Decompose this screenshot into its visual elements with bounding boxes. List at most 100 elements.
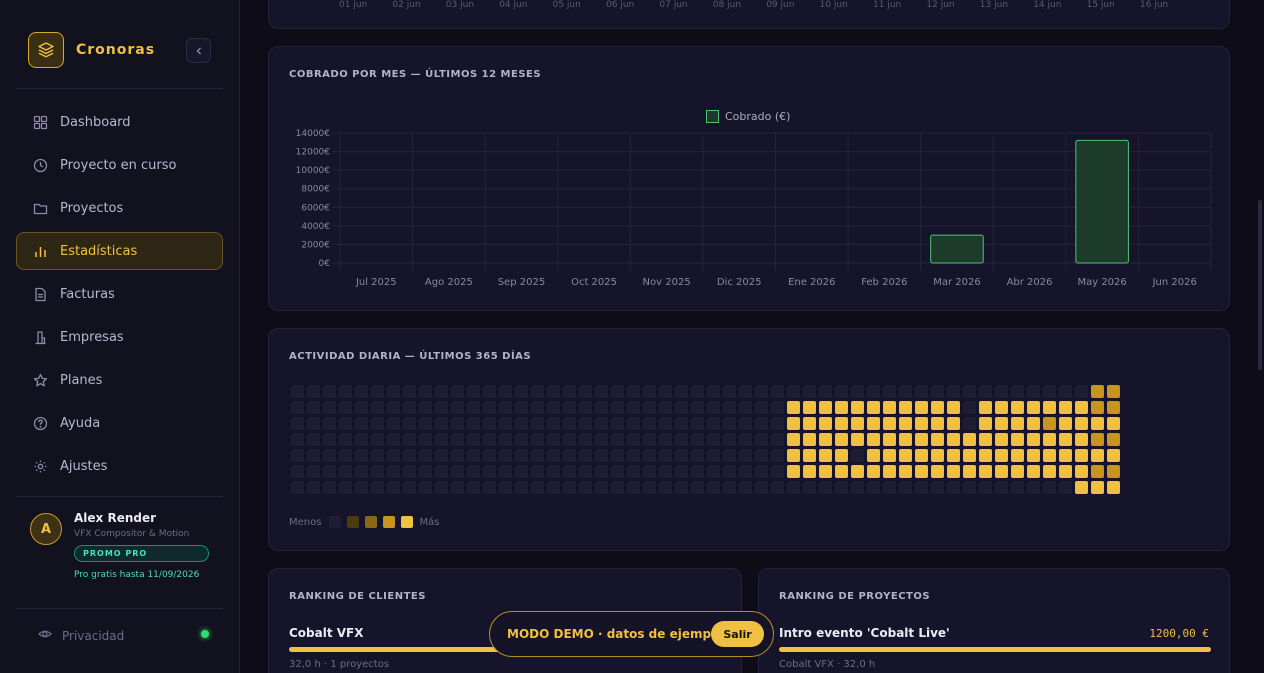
heatmap-cell[interactable] [291, 401, 304, 414]
heatmap-cell[interactable] [803, 417, 816, 430]
heatmap-cell[interactable] [1011, 449, 1024, 462]
heatmap-cell[interactable] [707, 433, 720, 446]
heatmap-cell[interactable] [339, 465, 352, 478]
heatmap-cell[interactable] [627, 385, 640, 398]
heatmap-cell[interactable] [307, 465, 320, 478]
heatmap-cell[interactable] [627, 465, 640, 478]
heatmap-cell[interactable] [355, 417, 368, 430]
heatmap-cell[interactable] [371, 449, 384, 462]
heatmap-cell[interactable] [659, 465, 672, 478]
heatmap-cell[interactable] [851, 401, 864, 414]
heatmap-cell[interactable] [659, 401, 672, 414]
heatmap-cell[interactable] [515, 481, 528, 494]
heatmap-cell[interactable] [883, 385, 896, 398]
heatmap-cell[interactable] [579, 433, 592, 446]
heatmap-cell[interactable] [755, 417, 768, 430]
heatmap-cell[interactable] [963, 481, 976, 494]
heatmap-cell[interactable] [291, 465, 304, 478]
heatmap-cell[interactable] [643, 465, 656, 478]
sidebar-item-ayuda[interactable]: Ayuda [16, 404, 223, 442]
heatmap-cell[interactable] [323, 481, 336, 494]
main-scrollbar-thumb[interactable] [1258, 200, 1262, 370]
heatmap-cell[interactable] [739, 417, 752, 430]
heatmap-cell[interactable] [355, 433, 368, 446]
heatmap-cell[interactable] [499, 417, 512, 430]
heatmap-cell[interactable] [515, 449, 528, 462]
heatmap-cell[interactable] [355, 385, 368, 398]
privacy-toggle[interactable]: Privacidad [38, 627, 124, 644]
sidebar-item-proyectos[interactable]: Proyectos [16, 189, 223, 227]
heatmap-cell[interactable] [595, 401, 608, 414]
heatmap-cell[interactable] [739, 385, 752, 398]
heatmap-cell[interactable] [1043, 417, 1056, 430]
heatmap-cell[interactable] [435, 401, 448, 414]
heatmap-cell[interactable] [595, 465, 608, 478]
heatmap-cell[interactable] [771, 385, 784, 398]
heatmap-cell[interactable] [691, 433, 704, 446]
heatmap-cell[interactable] [787, 449, 800, 462]
heatmap-cell[interactable] [451, 417, 464, 430]
heatmap-cell[interactable] [1043, 401, 1056, 414]
heatmap-cell[interactable] [403, 481, 416, 494]
heatmap-cell[interactable] [691, 449, 704, 462]
heatmap-cell[interactable] [531, 449, 544, 462]
heatmap-cell[interactable] [595, 433, 608, 446]
heatmap-cell[interactable] [563, 417, 576, 430]
heatmap-cell[interactable] [1011, 385, 1024, 398]
heatmap-cell[interactable] [787, 417, 800, 430]
heatmap-cell[interactable] [851, 481, 864, 494]
heatmap-cell[interactable] [595, 417, 608, 430]
heatmap-cell[interactable] [979, 385, 992, 398]
heatmap-cell[interactable] [339, 481, 352, 494]
heatmap-cell[interactable] [403, 401, 416, 414]
heatmap-cell[interactable] [467, 433, 480, 446]
heatmap-cell[interactable] [387, 449, 400, 462]
heatmap-cell[interactable] [1043, 449, 1056, 462]
heatmap-cell[interactable] [803, 401, 816, 414]
heatmap-cell[interactable] [435, 481, 448, 494]
heatmap-cell[interactable] [419, 465, 432, 478]
heatmap-cell[interactable] [291, 385, 304, 398]
heatmap-cell[interactable] [851, 433, 864, 446]
heatmap-cell[interactable] [579, 385, 592, 398]
sidebar-item-empresas[interactable]: Empresas [16, 318, 223, 356]
heatmap-cell[interactable] [755, 401, 768, 414]
heatmap-cell[interactable] [707, 481, 720, 494]
heatmap-cell[interactable] [643, 385, 656, 398]
heatmap-cell[interactable] [451, 465, 464, 478]
heatmap-cell[interactable] [611, 385, 624, 398]
heatmap-cell[interactable] [915, 401, 928, 414]
heatmap-cell[interactable] [1091, 401, 1104, 414]
heatmap-cell[interactable] [691, 401, 704, 414]
heatmap-cell[interactable] [339, 385, 352, 398]
sidebar-item-facturas[interactable]: Facturas [16, 275, 223, 313]
heatmap-cell[interactable] [643, 449, 656, 462]
collapse-sidebar-button[interactable] [186, 38, 211, 63]
heatmap-cell[interactable] [1043, 465, 1056, 478]
heatmap-cell[interactable] [611, 481, 624, 494]
heatmap-cell[interactable] [835, 417, 848, 430]
heatmap-cell[interactable] [1091, 465, 1104, 478]
heatmap-cell[interactable] [579, 481, 592, 494]
heatmap-cell[interactable] [499, 385, 512, 398]
heatmap-cell[interactable] [531, 417, 544, 430]
heatmap-cell[interactable] [371, 465, 384, 478]
heatmap-cell[interactable] [931, 401, 944, 414]
heatmap-cell[interactable] [915, 465, 928, 478]
heatmap-cell[interactable] [835, 401, 848, 414]
heatmap-cell[interactable] [435, 385, 448, 398]
heatmap-cell[interactable] [675, 433, 688, 446]
heatmap-cell[interactable] [883, 401, 896, 414]
heatmap-cell[interactable] [867, 401, 880, 414]
ranking-client-name[interactable]: Cobalt VFX [289, 626, 364, 640]
heatmap-cell[interactable] [419, 385, 432, 398]
heatmap-cell[interactable] [1011, 433, 1024, 446]
heatmap-cell[interactable] [1075, 465, 1088, 478]
heatmap-cell[interactable] [771, 465, 784, 478]
heatmap-cell[interactable] [499, 433, 512, 446]
heatmap-cell[interactable] [931, 449, 944, 462]
heatmap-cell[interactable] [419, 481, 432, 494]
heatmap-cell[interactable] [1059, 417, 1072, 430]
heatmap-cell[interactable] [531, 465, 544, 478]
heatmap-cell[interactable] [755, 385, 768, 398]
